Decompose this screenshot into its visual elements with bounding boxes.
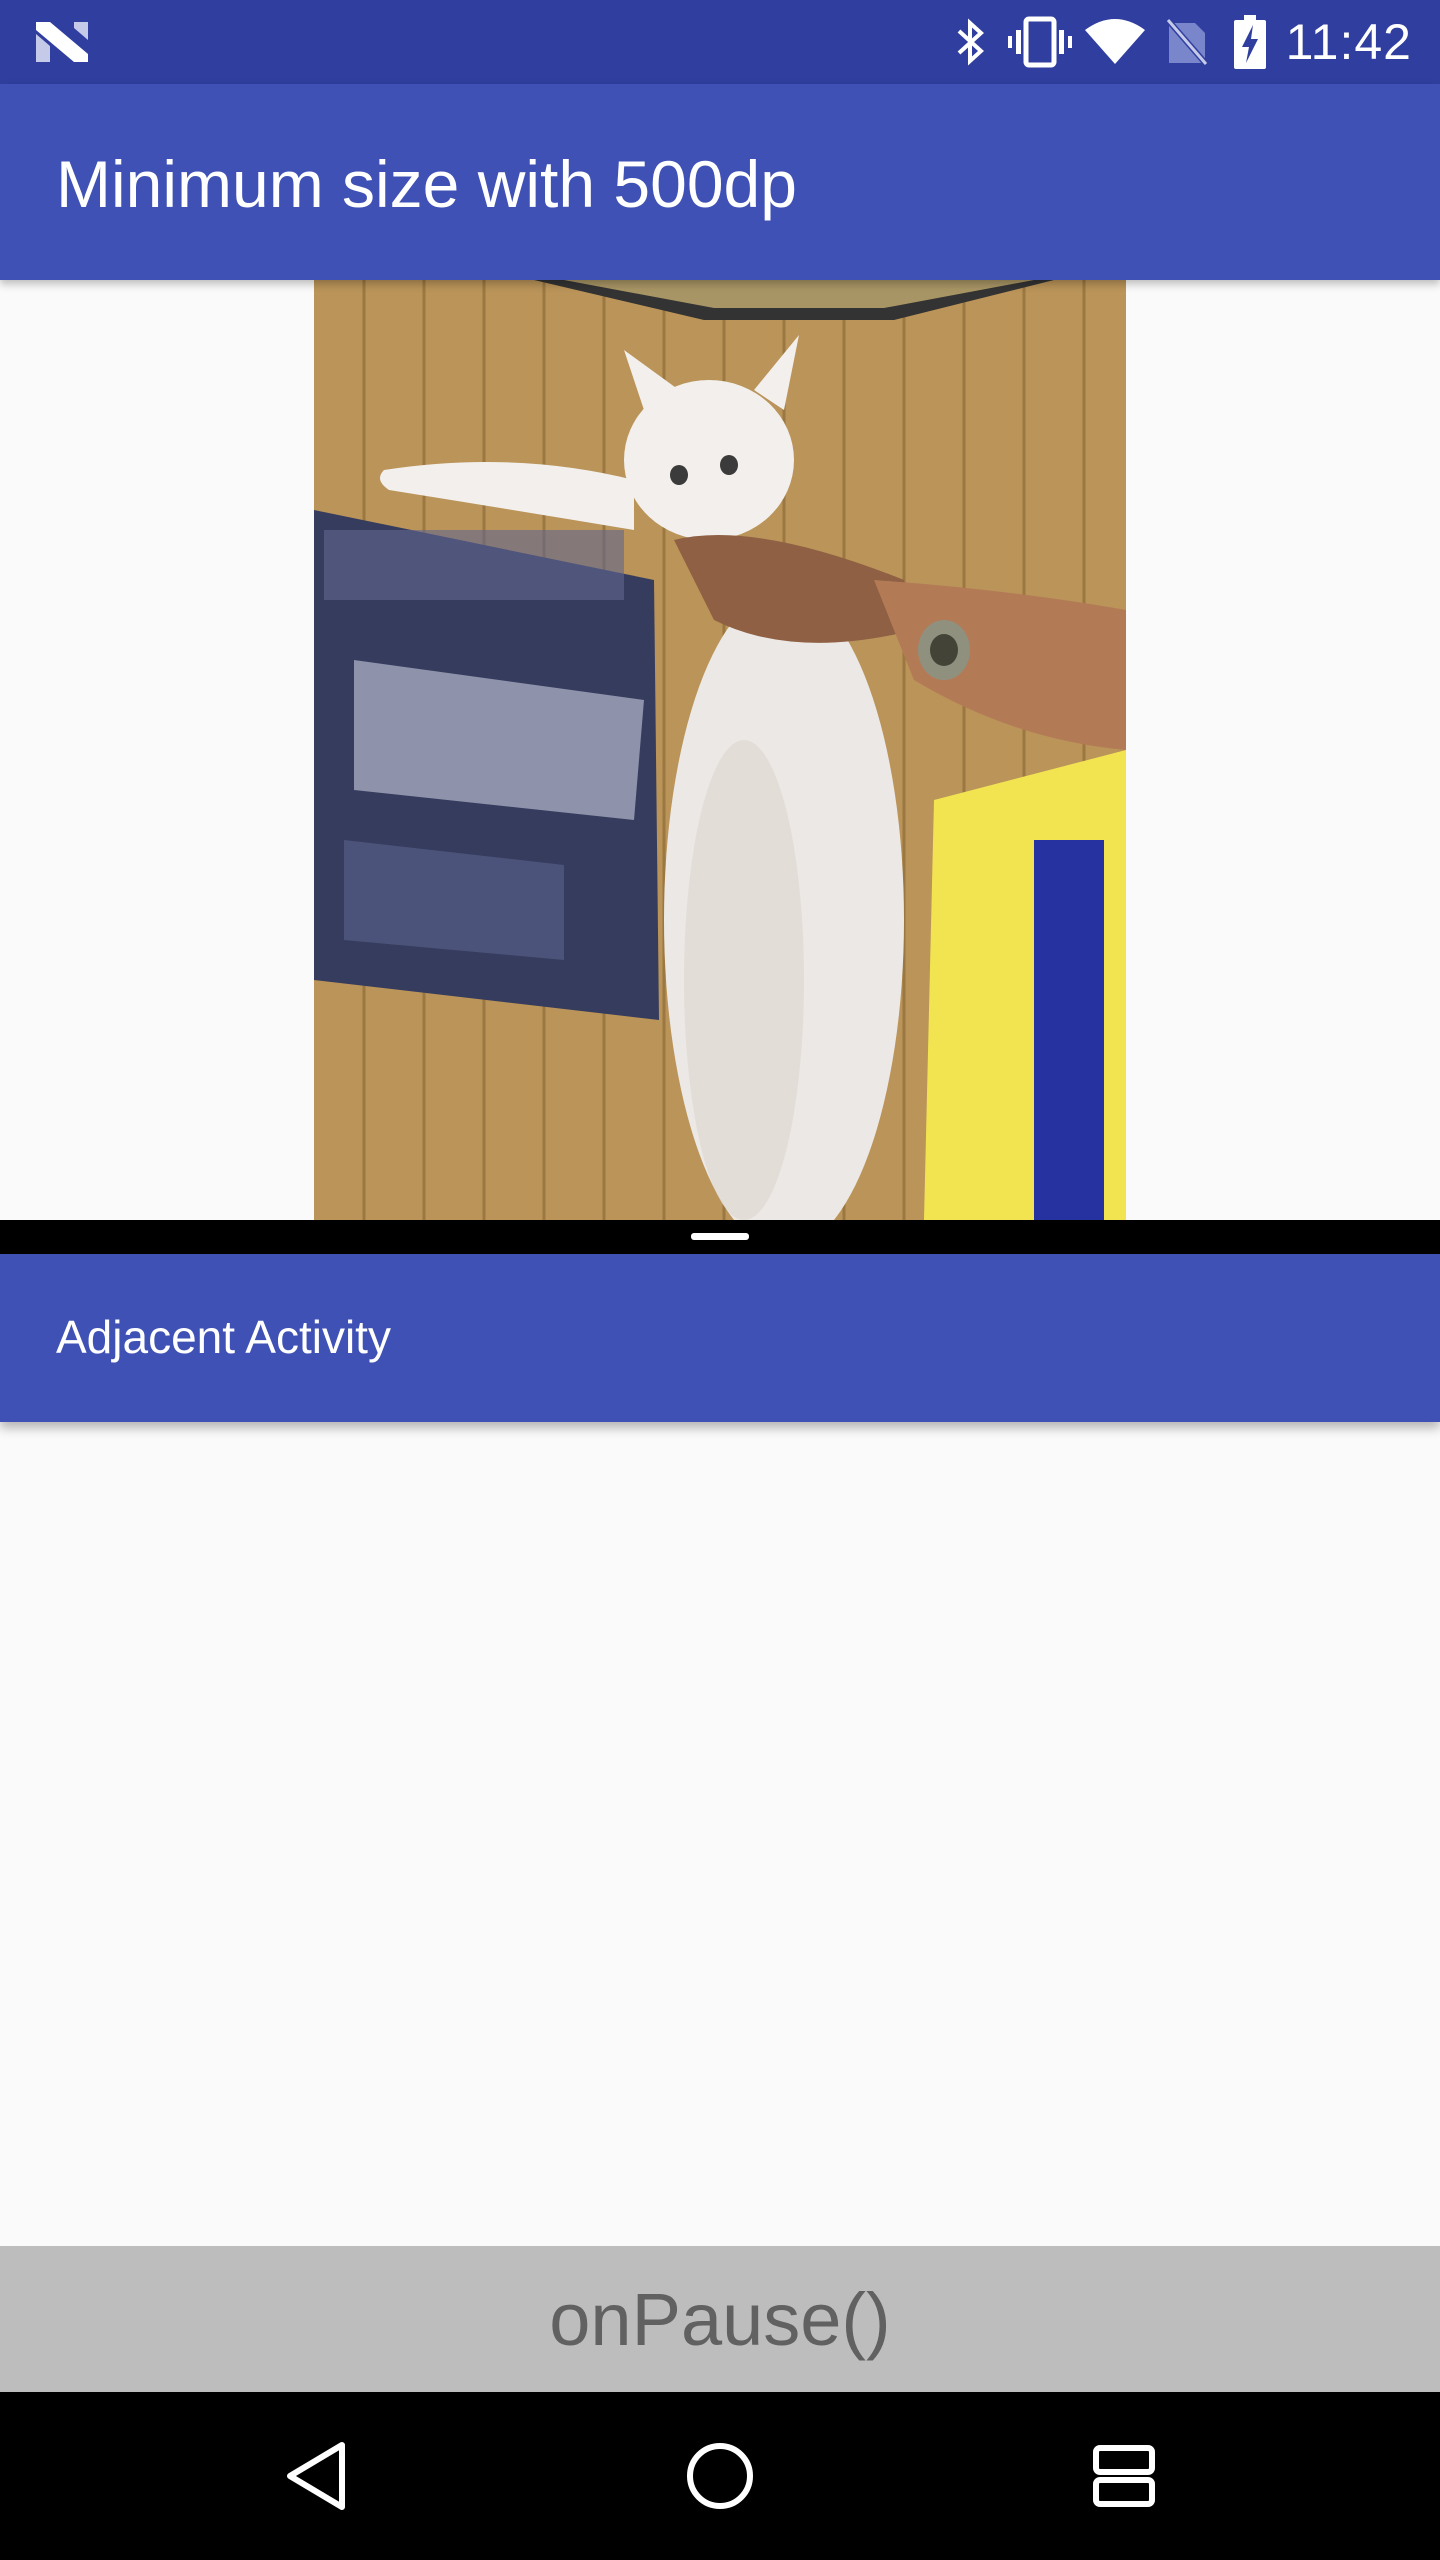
split-screen-divider[interactable] [0,1220,1440,1254]
top-window-title: Minimum size with 500dp [56,147,797,221]
vibrate-icon [1002,0,1078,84]
bottom-window-title: Adjacent Activity [56,1311,391,1363]
back-button[interactable] [232,2392,400,2560]
bottom-app-bar: Adjacent Activity [0,1254,1440,1422]
no-sim-icon [1152,0,1222,84]
clock: 11:42 [1285,14,1412,70]
top-window-content [0,280,1440,1220]
status-icons: 11:42 [940,0,1440,84]
navigation-bar [0,2392,1440,2560]
recents-button[interactable] [1040,2392,1208,2560]
lifecycle-status-bar: onPause() [0,2246,1440,2392]
bluetooth-icon [940,0,1002,84]
n-logo-icon [36,22,88,62]
status-bar: 11:42 [0,0,1440,84]
divider-handle[interactable] [691,1233,749,1240]
recents-icon [1093,2445,1155,2507]
lifecycle-label: onPause() [549,2277,891,2361]
long-cat-photo [314,280,1126,1220]
bottom-window-content [0,1422,1440,2246]
battery-charging-icon [1222,0,1278,84]
back-icon [287,2442,345,2510]
wifi-icon [1078,0,1152,84]
home-button[interactable] [636,2392,804,2560]
home-icon [687,2443,753,2509]
top-app-bar: Minimum size with 500dp [0,84,1440,280]
